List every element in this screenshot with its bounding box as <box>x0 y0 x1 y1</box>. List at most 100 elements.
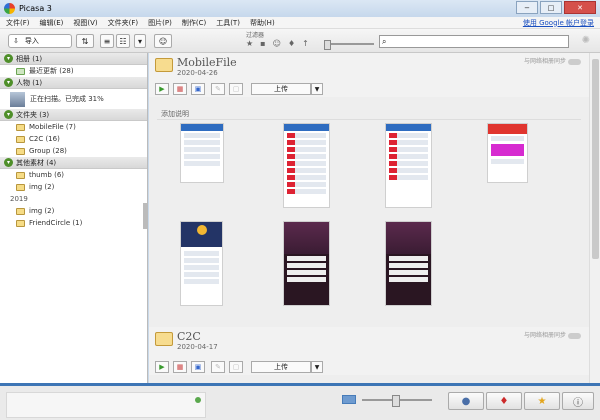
sidebar-item-c2c[interactable]: C2C (16) <box>0 133 147 145</box>
sidebar-item-img[interactable]: img (2) <box>0 181 147 193</box>
video-filter-icon[interactable]: ▪ <box>260 39 265 48</box>
menu-create[interactable]: 制作(C) <box>182 18 206 28</box>
album-header-c2c[interactable]: C2C 2020-04-17 与网络相册同步 <box>149 327 589 361</box>
gear-icon[interactable]: ✺ <box>582 35 590 46</box>
upload-people-button[interactable]: ⇅ <box>76 34 94 48</box>
collage-button[interactable]: ▦ <box>173 83 187 95</box>
delete-button[interactable]: ▢ <box>229 83 243 95</box>
section-folders-header[interactable]: ▾ 文件夹 (3) <box>0 109 147 121</box>
menu-tools[interactable]: 工具(T) <box>216 18 240 28</box>
view-dropdown-button[interactable]: ▾ <box>134 34 146 48</box>
delete-button[interactable]: ▢ <box>229 361 243 373</box>
sidebar-item-recent[interactable]: 最近更新 (28) <box>0 65 147 77</box>
menu-folder[interactable]: 文件夹(F) <box>108 18 139 28</box>
google-login-link[interactable]: 使用 Google 帐户登录 <box>523 18 594 28</box>
maximize-button[interactable]: □ <box>540 1 562 14</box>
collapse-icon[interactable]: ▾ <box>4 110 13 119</box>
movie-button[interactable]: ▣ <box>191 83 205 95</box>
search-icon: ⌕ <box>382 37 387 46</box>
face-filter-icon[interactable]: ☺ <box>273 39 281 48</box>
sidebar-item-people-scan[interactable]: 正在扫描。已完成 31% <box>0 89 147 109</box>
collapse-icon[interactable]: ▾ <box>4 54 13 63</box>
slideshow-button[interactable]: ▶ <box>155 83 169 95</box>
menu-view[interactable]: 视图(V) <box>73 18 97 28</box>
upload-button[interactable]: 上传 <box>251 83 311 95</box>
people-button[interactable]: ● <box>448 392 484 410</box>
tray-status-icon <box>195 397 201 403</box>
collapse-icon[interactable]: ▾ <box>4 158 13 167</box>
movie-button[interactable]: ▣ <box>191 361 205 373</box>
info-button[interactable]: ⓘ <box>562 392 594 410</box>
sidebar-item-img-2019[interactable]: img (2) <box>0 205 147 217</box>
print-button[interactable]: ✎ <box>211 83 225 95</box>
slideshow-button[interactable]: ▶ <box>155 361 169 373</box>
grid-view-icon: ☷ <box>119 36 127 46</box>
menu-picture[interactable]: 图片(P) <box>148 18 172 28</box>
menu-edit[interactable]: 编辑(E) <box>40 18 64 28</box>
zoom-slider[interactable] <box>362 395 432 407</box>
menu-file[interactable]: 文件(F) <box>6 18 30 28</box>
import-button[interactable]: ⇩ 导入 <box>8 34 72 48</box>
section-people-header[interactable]: ▾ 人物 (1) <box>0 77 147 89</box>
date-filter-slider[interactable] <box>324 40 374 50</box>
photo-tray[interactable] <box>6 392 206 418</box>
sidebar: ▾ 相册 (1) 最近更新 (28) ▾ 人物 (1) 正在扫描。已完成 31%… <box>0 53 148 383</box>
print-button[interactable]: ✎ <box>211 361 225 373</box>
main-scrollbar[interactable] <box>589 53 600 383</box>
trash-icon: ▢ <box>232 363 240 371</box>
album-name: MobileFile <box>177 56 237 69</box>
folder-icon <box>16 135 25 143</box>
photo-thumbnail[interactable] <box>283 123 330 208</box>
sidebar-item-mobilefile[interactable]: MobileFile (7) <box>0 121 147 133</box>
section-folders-title: 文件夹 (3) <box>16 110 50 119</box>
collage-icon: ▦ <box>176 363 184 371</box>
upload-dropdown[interactable]: ▼ <box>311 83 323 95</box>
person-avatar <box>10 91 25 107</box>
section-albums-header[interactable]: ▾ 相册 (1) <box>0 53 147 65</box>
search-input[interactable]: ⌕ <box>379 35 569 48</box>
people-view-button[interactable]: ☺ <box>154 34 172 48</box>
photo-thumbnail[interactable] <box>385 123 432 208</box>
album-name: C2C <box>177 330 201 343</box>
scrollbar-thumb[interactable] <box>592 59 599 259</box>
photo-thumbnail[interactable] <box>283 221 330 306</box>
geo-filter-icon[interactable]: ♦ <box>288 39 295 48</box>
photo-thumbnail[interactable] <box>180 221 223 306</box>
collapse-icon[interactable]: ▾ <box>4 78 13 87</box>
sidebar-item-friendcircle[interactable]: FriendCircle (1) <box>0 217 147 229</box>
star-button[interactable]: ★ <box>524 392 560 410</box>
people-view-icon: ☺ <box>158 36 168 46</box>
photo-thumbnail[interactable] <box>180 123 224 183</box>
movie-icon: ▣ <box>194 85 202 93</box>
sync-toggle[interactable]: 与网络相册同步 <box>524 330 581 339</box>
sidebar-item-label: C2C (16) <box>29 135 60 143</box>
chevron-down-icon: ▼ <box>314 363 320 371</box>
menu-help[interactable]: 帮助(H) <box>250 18 275 28</box>
section-other-header[interactable]: ▾ 其他素材 (4) <box>0 157 147 169</box>
folder-icon <box>155 58 173 72</box>
folder-icon <box>16 147 25 155</box>
list-view-button[interactable]: ≡ <box>100 34 114 48</box>
close-button[interactable]: ✕ <box>564 1 596 14</box>
sidebar-item-group[interactable]: Group (28) <box>0 145 147 157</box>
grid-view-button[interactable]: ☷ <box>116 34 130 48</box>
photo-thumbnail[interactable] <box>487 123 528 183</box>
caption-divider <box>157 119 581 120</box>
folder-icon <box>16 183 25 191</box>
folder-icon <box>16 219 25 227</box>
add-caption-link[interactable]: 添加说明 <box>161 109 189 119</box>
sync-toggle[interactable]: 与网络相册同步 <box>524 56 581 65</box>
collage-button[interactable]: ▦ <box>173 361 187 373</box>
upload-filter-icon[interactable]: ↑ <box>302 39 309 48</box>
star-filter-icon[interactable]: ★ <box>246 39 253 48</box>
album-date: 2020-04-26 <box>177 69 218 77</box>
picasa-logo-icon <box>4 3 15 14</box>
play-icon: ▶ <box>159 85 165 93</box>
upload-button[interactable]: 上传 <box>251 361 311 373</box>
minimize-button[interactable]: − <box>516 1 538 14</box>
sidebar-item-thumb[interactable]: thumb (6) <box>0 169 147 181</box>
photo-thumbnail[interactable] <box>385 221 432 306</box>
upload-dropdown[interactable]: ▼ <box>311 361 323 373</box>
sidebar-scrollbar[interactable] <box>143 203 147 229</box>
map-button[interactable]: ♦ <box>486 392 522 410</box>
